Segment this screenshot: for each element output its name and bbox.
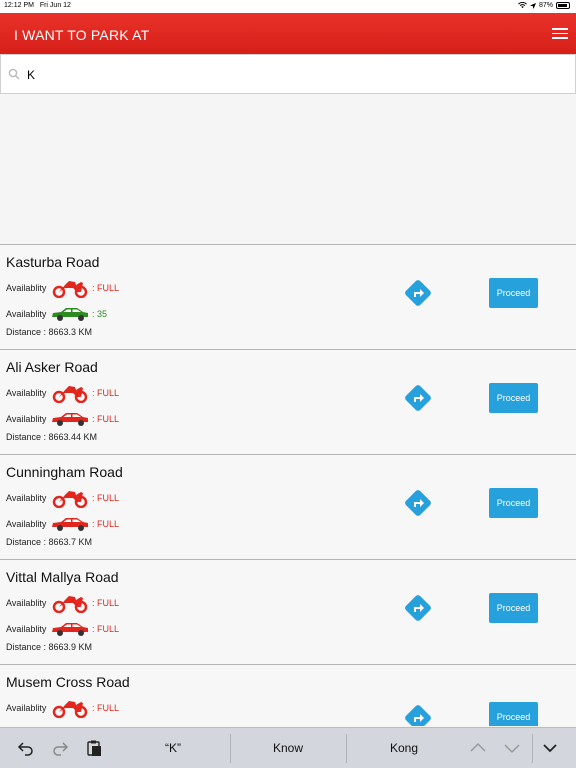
search-input[interactable] <box>27 63 527 87</box>
keyboard-suggestion-bar: “K” Know Kong <box>0 727 576 768</box>
location-name: Musem Cross Road <box>6 674 130 690</box>
availability-label: Availablity <box>6 414 47 424</box>
bike-status: : FULL <box>92 493 120 503</box>
availability-label: Availablity <box>6 624 47 634</box>
distance-text: Distance : 8663.44 KM <box>6 432 98 442</box>
bike-availability-row: Availablity : FULL <box>6 698 119 718</box>
proceed-button[interactable]: Proceed <box>489 383 538 413</box>
car-availability-row: Availablity : FULL <box>6 619 119 639</box>
list-item: Musem Cross Road Availablity : FULL Proc… <box>0 664 576 726</box>
proceed-button[interactable]: Proceed <box>489 702 538 726</box>
bike-status: : FULL <box>92 388 120 398</box>
directions-icon[interactable] <box>403 383 433 413</box>
car-icon <box>52 413 88 426</box>
paste-icon[interactable] <box>85 739 103 757</box>
bike-availability-row: Availablity : FULL <box>6 278 119 298</box>
status-date: Fri Jun 12 <box>39 2 71 9</box>
availability-label: Availablity <box>6 309 47 319</box>
distance-text: Distance : 8663.3 KM <box>6 327 93 337</box>
status-bar: 12:12 PM Fri Jun 12 87% <box>0 0 576 13</box>
bike-status: : FULL <box>92 598 120 608</box>
hamburger-menu-icon[interactable] <box>552 25 568 41</box>
proceed-button[interactable]: Proceed <box>489 488 538 518</box>
results-list[interactable]: Kasturba Road Availablity : FULL Availab… <box>0 244 576 726</box>
motorcycle-icon <box>52 701 88 718</box>
redo-icon[interactable] <box>51 739 69 757</box>
list-item: Kasturba Road Availablity : FULL Availab… <box>0 244 576 349</box>
wifi-icon <box>518 2 527 9</box>
search-icon <box>8 68 20 80</box>
battery-percent: 87% <box>538 2 553 9</box>
list-item: Ali Asker Road Availablity : FULL Availa… <box>0 349 576 454</box>
location-name: Vittal Mallya Road <box>6 569 119 585</box>
list-item: Cunningham Road Availablity : FULL Avail… <box>0 454 576 559</box>
car-status: : FULL <box>92 624 120 634</box>
app-header: I WANT TO PARK AT <box>0 13 576 54</box>
status-time-date: 12:12 PM Fri Jun 12 <box>4 2 71 9</box>
availability-label: Availablity <box>6 598 47 608</box>
location-name: Kasturba Road <box>6 254 100 270</box>
directions-icon[interactable] <box>403 703 433 726</box>
location-name: Ali Asker Road <box>6 359 98 375</box>
search-box <box>0 54 576 94</box>
car-status: : 35 <box>92 309 108 319</box>
availability-label: Availablity <box>6 493 47 503</box>
bike-status: : FULL <box>92 283 120 293</box>
dismiss-keyboard-icon[interactable] <box>541 739 559 757</box>
bike-status: : FULL <box>92 703 120 713</box>
suggestion-quoted[interactable]: “K” <box>145 741 201 755</box>
motorcycle-icon <box>52 491 88 508</box>
bike-availability-row: Availablity : FULL <box>6 383 119 403</box>
distance-text: Distance : 8663.7 KM <box>6 537 93 547</box>
page-title: I WANT TO PARK AT <box>14 27 150 43</box>
location-arrow-icon <box>529 2 536 9</box>
motorcycle-icon <box>52 596 88 613</box>
divider <box>532 734 533 763</box>
status-indicators: 87% <box>518 2 570 9</box>
status-time: 12:12 PM <box>4 2 34 9</box>
availability-label: Availablity <box>6 703 47 713</box>
motorcycle-icon <box>52 281 88 298</box>
car-availability-row: Availablity : FULL <box>6 409 119 429</box>
availability-label: Availablity <box>6 519 47 529</box>
divider <box>346 734 347 763</box>
car-availability-row: Availablity : 35 <box>6 304 107 324</box>
divider <box>230 734 231 763</box>
availability-label: Availablity <box>6 388 47 398</box>
list-item: Vittal Mallya Road Availablity : FULL Av… <box>0 559 576 664</box>
battery-icon <box>556 2 570 9</box>
motorcycle-icon <box>52 386 88 403</box>
directions-icon[interactable] <box>403 488 433 518</box>
undo-icon[interactable] <box>17 739 35 757</box>
car-status: : FULL <box>92 519 120 529</box>
car-icon <box>52 623 88 636</box>
location-name: Cunningham Road <box>6 464 123 480</box>
car-icon <box>52 518 88 531</box>
directions-icon[interactable] <box>403 593 433 623</box>
suggestion-know[interactable]: Know <box>260 741 316 755</box>
car-status: : FULL <box>92 414 120 424</box>
car-availability-row: Availablity : FULL <box>6 514 119 534</box>
suggestion-kong[interactable]: Kong <box>376 741 432 755</box>
chevron-up-icon[interactable] <box>469 739 487 757</box>
availability-label: Availablity <box>6 283 47 293</box>
bike-availability-row: Availablity : FULL <box>6 488 119 508</box>
chevron-down-icon[interactable] <box>503 739 521 757</box>
proceed-button[interactable]: Proceed <box>489 278 538 308</box>
directions-icon[interactable] <box>403 278 433 308</box>
bike-availability-row: Availablity : FULL <box>6 593 119 613</box>
proceed-button[interactable]: Proceed <box>489 593 538 623</box>
car-icon <box>52 308 88 321</box>
distance-text: Distance : 8663.9 KM <box>6 642 93 652</box>
